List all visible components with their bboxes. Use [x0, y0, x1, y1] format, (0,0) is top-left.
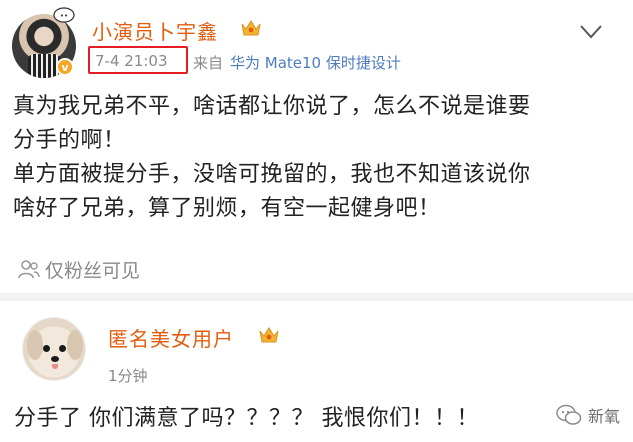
chevron-down-icon[interactable] [578, 22, 604, 42]
comment-text: 分手了 你们满意了吗？？？？ 我恨你们！！！ [14, 406, 479, 431]
post-text-line: 分手的啊！ [13, 128, 126, 153]
post-username[interactable]: 小演员卜宇鑫 [92, 16, 218, 45]
dog-eye-right [59, 345, 66, 352]
post-text-line: 啥好了兄弟，算了别烦，有空一起健身吧！ [13, 196, 441, 221]
visibility-label: 仅粉丝可见 [45, 259, 141, 282]
avatar-decoration-icon: •• [53, 7, 75, 23]
dog-nose [51, 356, 59, 362]
comment-username[interactable]: 匿名美女用户 [108, 323, 234, 352]
source-device-link[interactable]: 华为 Mate10 保时捷设计 [230, 52, 401, 73]
comment-time: 1分钟 [108, 367, 148, 385]
source-label: 来自 [193, 54, 224, 72]
weibo-post: •• v 小演员卜宇鑫 7-4 21:03 来自 华为 Mate10 保时捷设计… [0, 0, 633, 295]
divider [0, 293, 633, 301]
dog-eye-left [43, 345, 50, 352]
dog-tongue [52, 364, 58, 369]
crown-icon [259, 327, 279, 343]
crown-icon [241, 20, 261, 36]
post-text-line: 单方面被提分手，没啥可挽留的，我也不知道该说你 [13, 162, 531, 187]
wechat-icon [556, 404, 582, 425]
watermark: 新氧 [556, 403, 620, 427]
post-time: 7-4 21:03 [95, 52, 168, 70]
post-text-line: 真为我兄弟不平，啥话都让你说了，怎么不说是谁要 [13, 94, 531, 119]
visibility-indicator: 仅粉丝可见 [17, 256, 140, 282]
post-body: 真为我兄弟不平，啥话都让你说了，怎么不说是谁要 分手的啊！ 单方面被提分手，没啥… [13, 90, 623, 226]
verified-badge-icon: v [56, 58, 74, 76]
people-icon [18, 260, 40, 279]
watermark-text: 新氧 [588, 407, 621, 426]
dog-ear-right [67, 330, 83, 360]
dog-ear-left [27, 330, 43, 360]
comment-item: 匿名美女用户 1分钟 分手了 你们满意了吗？？？？ 我恨你们！！！ [0, 301, 633, 442]
comment-avatar[interactable] [22, 317, 86, 381]
svg-text:••: •• [60, 12, 68, 20]
